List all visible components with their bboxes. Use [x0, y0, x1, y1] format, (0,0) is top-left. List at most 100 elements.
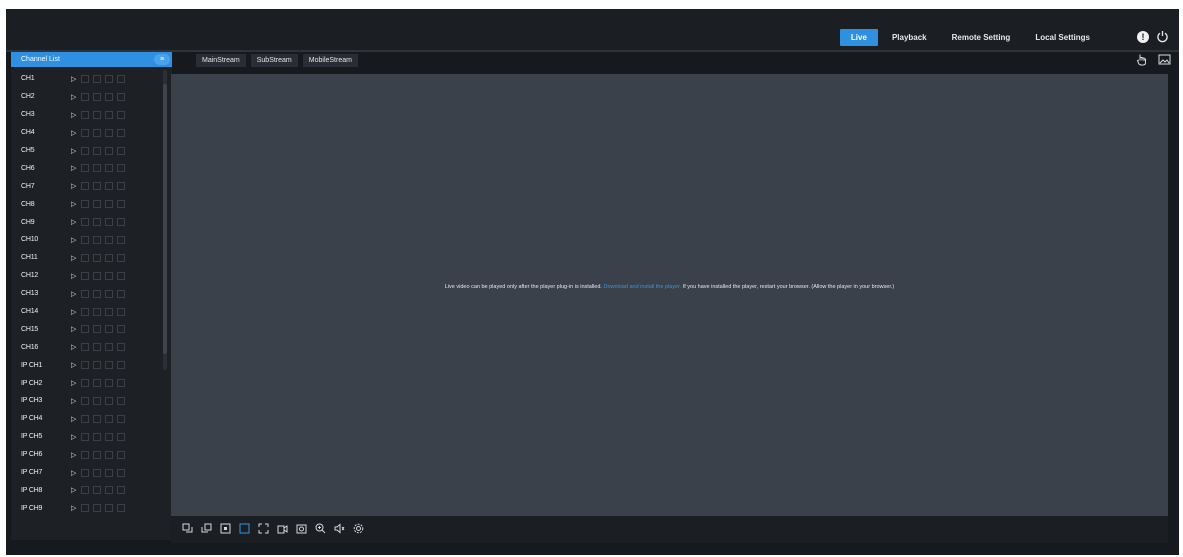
stream-icon[interactable]: [105, 289, 113, 298]
play-icon[interactable]: ▷: [71, 486, 81, 494]
stream-icon[interactable]: [105, 110, 113, 119]
channel-item[interactable]: CH3 ▷: [11, 106, 161, 124]
snapshot-icon[interactable]: [93, 414, 101, 423]
channel-scrollbar[interactable]: [163, 70, 167, 370]
quad-view-icon[interactable]: [239, 523, 250, 534]
play-icon[interactable]: ▷: [71, 325, 81, 333]
stream-icon[interactable]: [105, 450, 113, 459]
audio-icon[interactable]: [117, 343, 125, 352]
channel-item[interactable]: CH2 ▷: [11, 88, 161, 106]
channel-item[interactable]: IP CH7 ▷: [11, 464, 161, 482]
stream-icon[interactable]: [105, 253, 113, 262]
snapshot-icon[interactable]: [93, 200, 101, 209]
download-player-link[interactable]: Download and install the player.: [603, 284, 681, 290]
audio-icon[interactable]: [117, 468, 125, 477]
record-icon[interactable]: [81, 128, 89, 137]
stream-icon[interactable]: [105, 307, 113, 316]
channel-item[interactable]: IP CH4 ▷: [11, 410, 161, 428]
snapshot-icon[interactable]: [93, 74, 101, 83]
channel-item[interactable]: CH14 ▷: [11, 303, 161, 321]
audio-icon[interactable]: [117, 271, 125, 280]
audio-icon[interactable]: [117, 325, 125, 334]
play-icon[interactable]: ▷: [71, 164, 81, 172]
audio-icon[interactable]: [117, 289, 125, 298]
snapshot-icon[interactable]: [93, 504, 101, 513]
audio-icon[interactable]: [117, 235, 125, 244]
channel-item[interactable]: IP CH8 ▷: [11, 481, 161, 499]
play-icon[interactable]: ▷: [71, 290, 81, 298]
snapshot-icon[interactable]: [93, 92, 101, 101]
play-icon[interactable]: ▷: [71, 218, 81, 226]
channel-item[interactable]: CH13 ▷: [11, 285, 161, 303]
info-icon[interactable]: !: [1137, 30, 1149, 43]
record-icon[interactable]: [81, 218, 89, 227]
channel-list-header[interactable]: Channel List ≡: [11, 52, 172, 67]
channel-item[interactable]: IP CH6 ▷: [11, 446, 161, 464]
snapshot-icon[interactable]: [93, 307, 101, 316]
snapshot-icon[interactable]: [93, 235, 101, 244]
channel-item[interactable]: CH16 ▷: [11, 338, 161, 356]
play-icon[interactable]: ▷: [71, 111, 81, 119]
record-icon[interactable]: [81, 146, 89, 155]
channel-list-toggle-icon[interactable]: ≡: [154, 54, 170, 65]
stream-icon[interactable]: [105, 200, 113, 209]
record-icon[interactable]: [81, 164, 89, 173]
scrollbar-thumb[interactable]: [163, 84, 167, 354]
audio-icon[interactable]: [117, 450, 125, 459]
volume-icon[interactable]: [334, 523, 345, 534]
record-icon[interactable]: [81, 307, 89, 316]
channel-item[interactable]: CH9 ▷: [11, 213, 161, 231]
audio-icon[interactable]: [117, 414, 125, 423]
stream-icon[interactable]: [105, 271, 113, 280]
audio-icon[interactable]: [117, 253, 125, 262]
stream-icon[interactable]: [105, 379, 113, 388]
record-icon[interactable]: [81, 74, 89, 83]
channel-item[interactable]: IP CH1 ▷: [11, 356, 161, 374]
channel-item[interactable]: CH10 ▷: [11, 231, 161, 249]
snapshot-icon[interactable]: [93, 253, 101, 262]
tab-mobilestream[interactable]: MobileStream: [302, 54, 358, 67]
stream-icon[interactable]: [105, 235, 113, 244]
stream-icon[interactable]: [105, 468, 113, 477]
snapshot-icon[interactable]: [93, 468, 101, 477]
channel-item[interactable]: IP CH2 ▷: [11, 374, 161, 392]
record-icon[interactable]: [277, 523, 288, 534]
play-icon[interactable]: ▷: [71, 433, 81, 441]
audio-icon[interactable]: [117, 218, 125, 227]
play-icon[interactable]: ▷: [71, 236, 81, 244]
audio-icon[interactable]: [117, 379, 125, 388]
nav-playback[interactable]: Playback: [881, 29, 938, 46]
pointer-hand-icon[interactable]: [1135, 53, 1148, 66]
record-icon[interactable]: [81, 182, 89, 191]
snapshot-icon[interactable]: [93, 325, 101, 334]
channel-item[interactable]: IP CH3 ▷: [11, 392, 161, 410]
play-icon[interactable]: ▷: [71, 504, 81, 512]
stream-icon[interactable]: [105, 92, 113, 101]
stream-icon[interactable]: [105, 218, 113, 227]
snapshot-icon[interactable]: [93, 486, 101, 495]
snapshot-icon[interactable]: [93, 271, 101, 280]
fullscreen-icon[interactable]: [258, 523, 269, 534]
single-view-icon[interactable]: [220, 523, 231, 534]
audio-icon[interactable]: [117, 74, 125, 83]
play-icon[interactable]: ▷: [71, 75, 81, 83]
stream-icon[interactable]: [105, 182, 113, 191]
snapshot-icon[interactable]: [93, 379, 101, 388]
record-icon[interactable]: [81, 414, 89, 423]
nav-remote-setting[interactable]: Remote Setting: [941, 29, 1022, 46]
snapshot-icon[interactable]: [93, 343, 101, 352]
play-icon[interactable]: ▷: [71, 308, 81, 316]
record-icon[interactable]: [81, 235, 89, 244]
snapshot-icon[interactable]: [93, 128, 101, 137]
record-icon[interactable]: [81, 361, 89, 370]
play-icon[interactable]: ▷: [71, 379, 81, 387]
audio-icon[interactable]: [117, 200, 125, 209]
stream-icon[interactable]: [105, 343, 113, 352]
stream-icon[interactable]: [105, 146, 113, 155]
audio-icon[interactable]: [117, 307, 125, 316]
snapshot-icon[interactable]: [93, 361, 101, 370]
audio-icon[interactable]: [117, 432, 125, 441]
play-icon[interactable]: ▷: [71, 182, 81, 190]
stream-icon[interactable]: [105, 128, 113, 137]
play-icon[interactable]: ▷: [71, 272, 81, 280]
